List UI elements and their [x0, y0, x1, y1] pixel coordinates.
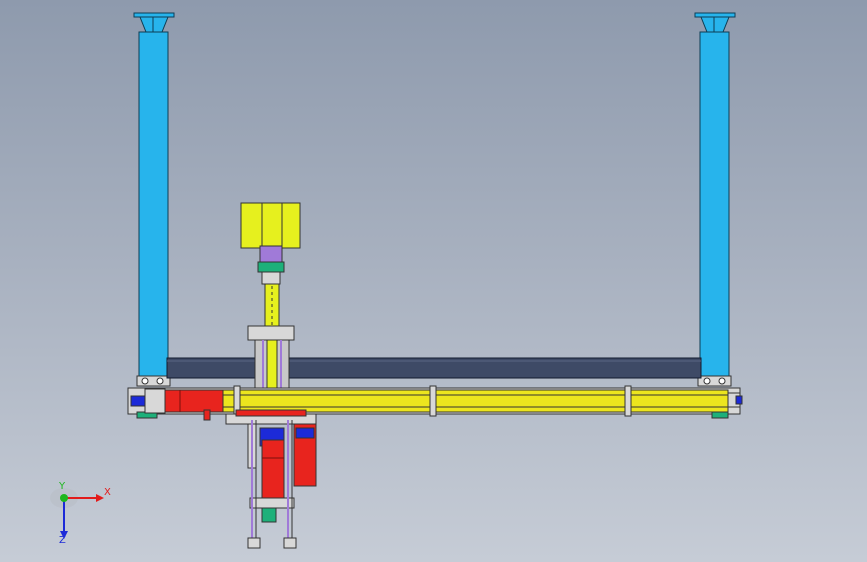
right-column[interactable] — [694, 12, 736, 387]
cross-beam[interactable] — [166, 357, 702, 379]
z-axis-label: Z — [59, 535, 66, 546]
gantry-assembly-model[interactable] — [0, 0, 867, 562]
coordinate-triad: X Y Z — [44, 478, 124, 548]
carriage-assembly[interactable] — [225, 409, 317, 509]
triad-graphic — [50, 488, 104, 539]
x-axis-label: X — [104, 487, 111, 498]
left-column[interactable] — [133, 12, 175, 387]
y-axis-label: Y — [59, 481, 66, 492]
cad-viewport[interactable]: X Y Z — [0, 0, 867, 562]
